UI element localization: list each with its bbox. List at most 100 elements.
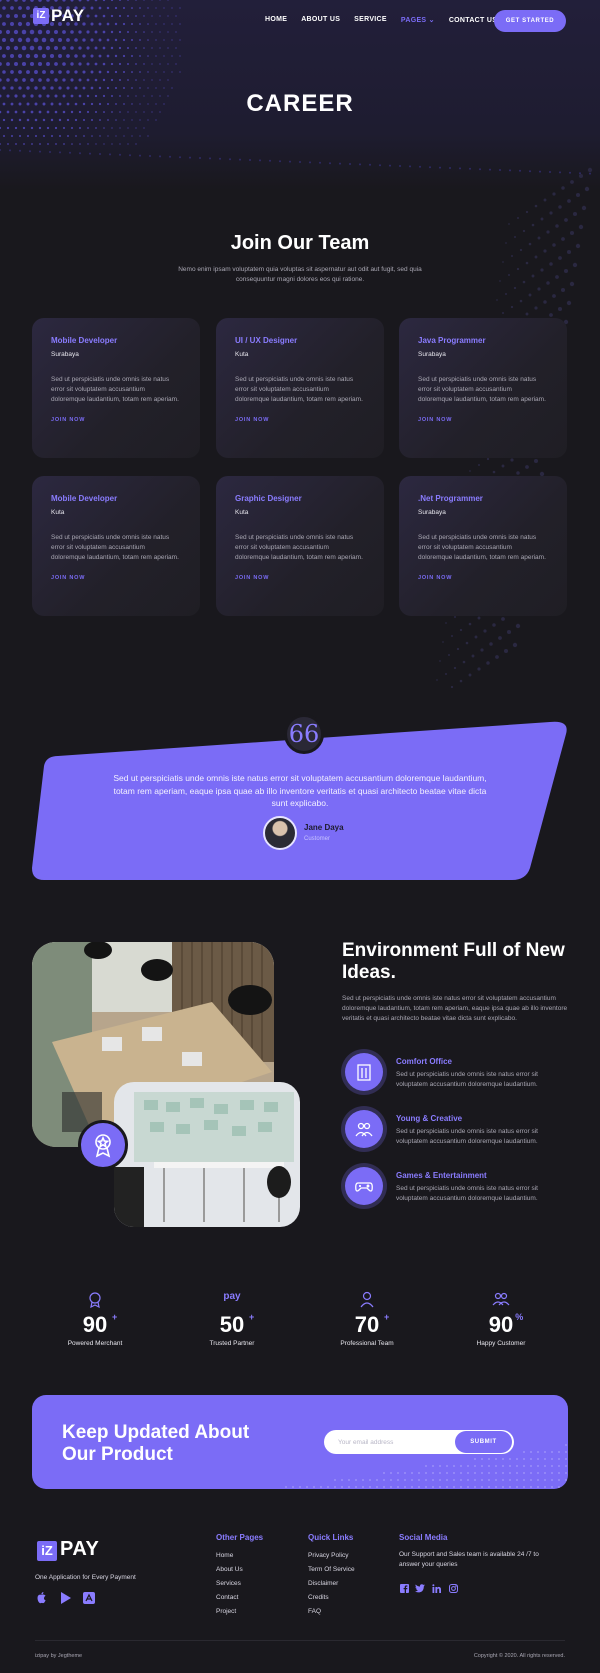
decor-dot <box>383 1486 385 1488</box>
join-now-link[interactable]: JOIN NOW <box>51 575 181 581</box>
footer-link[interactable]: Credits <box>308 1594 329 1601</box>
decor-dot <box>477 616 481 620</box>
play-store-icon[interactable] <box>59 1592 71 1604</box>
decor-dot <box>509 1465 511 1467</box>
join-now-link[interactable]: JOIN NOW <box>235 417 365 423</box>
decor-dot <box>537 1451 539 1453</box>
decor-dot <box>523 1479 525 1481</box>
footer-logo-text[interactable]: PAY <box>60 1538 99 1561</box>
decor-dot <box>21 61 27 67</box>
decor-dot <box>442 641 444 643</box>
decor-dot <box>481 1486 483 1488</box>
decor-dot <box>530 1451 532 1453</box>
decor-dot <box>515 623 521 629</box>
decor-dot <box>446 1479 448 1481</box>
footer-credit: izipay by Jegtheme <box>35 1653 83 1659</box>
app-store-icon[interactable] <box>83 1592 95 1604</box>
decor-dot <box>516 1486 518 1488</box>
apple-icon[interactable] <box>35 1592 47 1604</box>
decor-dot <box>42 118 46 122</box>
instagram-icon[interactable] <box>448 1583 458 1593</box>
join-now-link[interactable]: JOIN NOW <box>418 575 548 581</box>
join-now-link[interactable]: JOIN NOW <box>418 417 548 423</box>
facebook-icon[interactable] <box>399 1583 409 1593</box>
decor-dot <box>110 62 114 66</box>
decor-dot <box>143 63 145 65</box>
decor-dot <box>119 79 121 81</box>
decor-dot <box>259 159 261 162</box>
decor-dot <box>528 293 532 297</box>
decor-dot <box>175 31 177 33</box>
decor-dot <box>348 1479 350 1481</box>
nav-pages[interactable]: PAGES ⌄ <box>401 16 435 24</box>
decor-dot <box>502 1458 504 1460</box>
get-started-button[interactable]: GET STARTED <box>494 10 566 32</box>
decor-dot <box>139 39 141 41</box>
decor-dot <box>59 151 61 154</box>
footer-link[interactable]: Contact <box>216 1594 238 1601</box>
join-now-link[interactable]: JOIN NOW <box>235 575 365 581</box>
decor-dot <box>122 54 126 58</box>
decor-dot <box>570 180 574 184</box>
decor-dot <box>306 1486 308 1488</box>
decor-dot <box>50 118 54 122</box>
stat-suffix: + <box>383 1312 390 1322</box>
decor-dot <box>558 205 562 209</box>
logo-text[interactable]: PAY <box>51 6 85 26</box>
footer-link[interactable]: About Us <box>216 1566 243 1573</box>
twitter-icon[interactable] <box>415 1583 425 1593</box>
decor-dot <box>460 1486 462 1488</box>
decor-dot <box>155 87 157 89</box>
decor-dot <box>159 79 161 81</box>
footer-link[interactable]: Term Of Service <box>308 1566 355 1573</box>
decor-dot <box>74 38 78 42</box>
nav-about[interactable]: ABOUT US <box>301 16 340 24</box>
decor-dot <box>506 629 512 635</box>
footer-link[interactable]: FAQ <box>308 1608 321 1615</box>
decor-dot <box>34 70 38 74</box>
decor-dot <box>57 37 63 43</box>
footer-link[interactable]: Privacy Policy <box>308 1552 348 1559</box>
job-card: UI / UX Designer Kuta Sed ut perspiciati… <box>216 318 384 458</box>
footer-link[interactable]: Services <box>216 1580 241 1587</box>
decor-dot <box>58 70 62 74</box>
decor-dot <box>94 78 98 82</box>
decor-dot <box>502 261 504 263</box>
decor-dot <box>29 45 35 51</box>
decor-dot <box>478 464 480 466</box>
decor-dot <box>163 39 165 41</box>
join-now-link[interactable]: JOIN NOW <box>51 417 181 423</box>
submit-button[interactable]: SUBMIT <box>455 1431 512 1453</box>
decor-dot <box>523 1472 525 1474</box>
decor-dot <box>543 198 547 202</box>
nav-home[interactable]: HOME <box>265 16 287 24</box>
decor-dot <box>510 458 514 462</box>
decor-dot <box>151 79 153 81</box>
decor-dot <box>110 78 114 82</box>
nav-service[interactable]: SERVICE <box>354 16 387 24</box>
decor-dot <box>505 293 507 295</box>
decor-dot <box>42 134 46 138</box>
decor-dot <box>41 53 47 59</box>
job-location: Kuta <box>235 509 249 516</box>
decor-dot <box>2 118 6 122</box>
decor-dot <box>531 223 535 227</box>
decor-dot <box>87 127 89 129</box>
decor-dot <box>53 45 59 51</box>
footer-link[interactable]: Project <box>216 1608 236 1615</box>
decor-dot <box>25 21 31 27</box>
decor-dot <box>544 1465 546 1467</box>
footer-logo-mark[interactable]: iZ <box>37 1541 57 1561</box>
decor-dot <box>50 134 54 138</box>
customers-icon <box>441 1290 561 1308</box>
decor-dot <box>451 635 453 637</box>
footer-link[interactable]: Disclaimer <box>308 1580 338 1587</box>
logo-mark[interactable]: iZ <box>33 8 49 24</box>
team-icon <box>345 1110 383 1148</box>
job-location: Kuta <box>235 351 249 358</box>
decor-dot <box>469 470 471 472</box>
linkedin-icon[interactable] <box>431 1583 441 1593</box>
decor-dot <box>46 126 50 130</box>
footer-link[interactable]: Home <box>216 1552 233 1559</box>
job-description: Sed ut perspiciatis unde omnis iste natu… <box>235 534 363 561</box>
